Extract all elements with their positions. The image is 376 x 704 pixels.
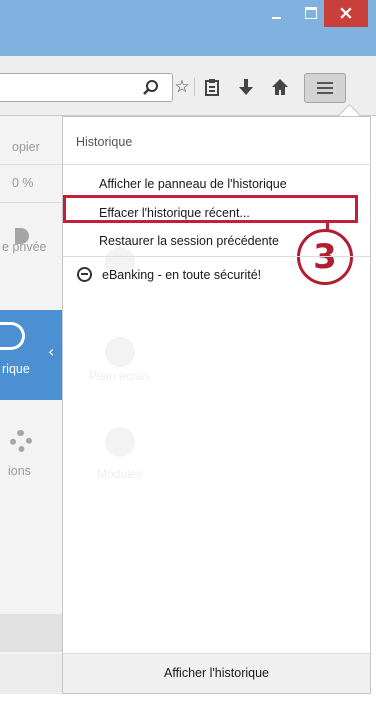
hamburger-menu-icon[interactable] <box>304 73 346 103</box>
highlight-box <box>63 195 358 223</box>
site-favicon-icon <box>77 267 92 282</box>
menu-item-history[interactable]: ‹ rique <box>0 310 62 400</box>
menu-item-history-label: rique <box>2 362 30 376</box>
search-icon[interactable] <box>141 78 161 98</box>
download-icon[interactable] <box>234 74 258 100</box>
menu-item-private[interactable]: e privée <box>2 240 46 254</box>
url-bar[interactable] <box>0 73 173 102</box>
menu-item-options[interactable]: ions <box>8 464 31 478</box>
menu-divider <box>0 164 62 165</box>
menu-footer-row <box>0 614 62 652</box>
ghost-label-modules: Modules <box>97 467 143 481</box>
clipboard-icon[interactable] <box>200 74 224 100</box>
navigation-toolbar: ☆ <box>0 56 376 116</box>
star-icon[interactable]: ☆ <box>170 74 194 100</box>
panel-header: Historique <box>63 117 370 165</box>
panel-divider <box>63 256 370 257</box>
window-titlebar <box>0 0 376 56</box>
panel-footer: Afficher l'historique <box>63 653 370 693</box>
maximize-icon[interactable] <box>298 0 324 27</box>
close-icon[interactable] <box>324 0 368 27</box>
chevron-left-icon: ‹ <box>48 342 55 361</box>
panel-title: Historique <box>76 135 133 149</box>
show-history-sidebar-item[interactable]: Afficher le panneau de l'historique <box>99 177 287 191</box>
ghost-label-fullscreen: Plein écran <box>89 369 150 383</box>
show-all-history-button[interactable]: Afficher l'historique <box>63 666 370 680</box>
gear-icon <box>10 430 32 452</box>
history-entry-label: eBanking - en toute sécurité! <box>102 267 262 282</box>
ghost-icon <box>105 337 135 367</box>
history-clock-icon <box>0 322 25 350</box>
minimize-icon[interactable] <box>264 0 290 27</box>
history-panel: Plein écran Modules Historique Afficher … <box>62 116 371 694</box>
ghost-icon <box>105 427 135 457</box>
step-number-callout: 3 <box>297 229 353 285</box>
toolbar-separator <box>194 78 195 96</box>
history-entry[interactable]: eBanking - en toute sécurité! <box>77 267 261 282</box>
menu-footer-row <box>0 654 62 694</box>
menu-item-copy[interactable]: opier <box>12 140 40 154</box>
main-menu-panel: opier 0 % e privée ‹ rique ions <box>0 116 63 694</box>
restore-session-item[interactable]: Restaurer la session précédente <box>99 234 279 248</box>
home-icon[interactable] <box>268 74 292 100</box>
zoom-level: 0 % <box>12 176 34 190</box>
menu-divider <box>0 202 62 203</box>
